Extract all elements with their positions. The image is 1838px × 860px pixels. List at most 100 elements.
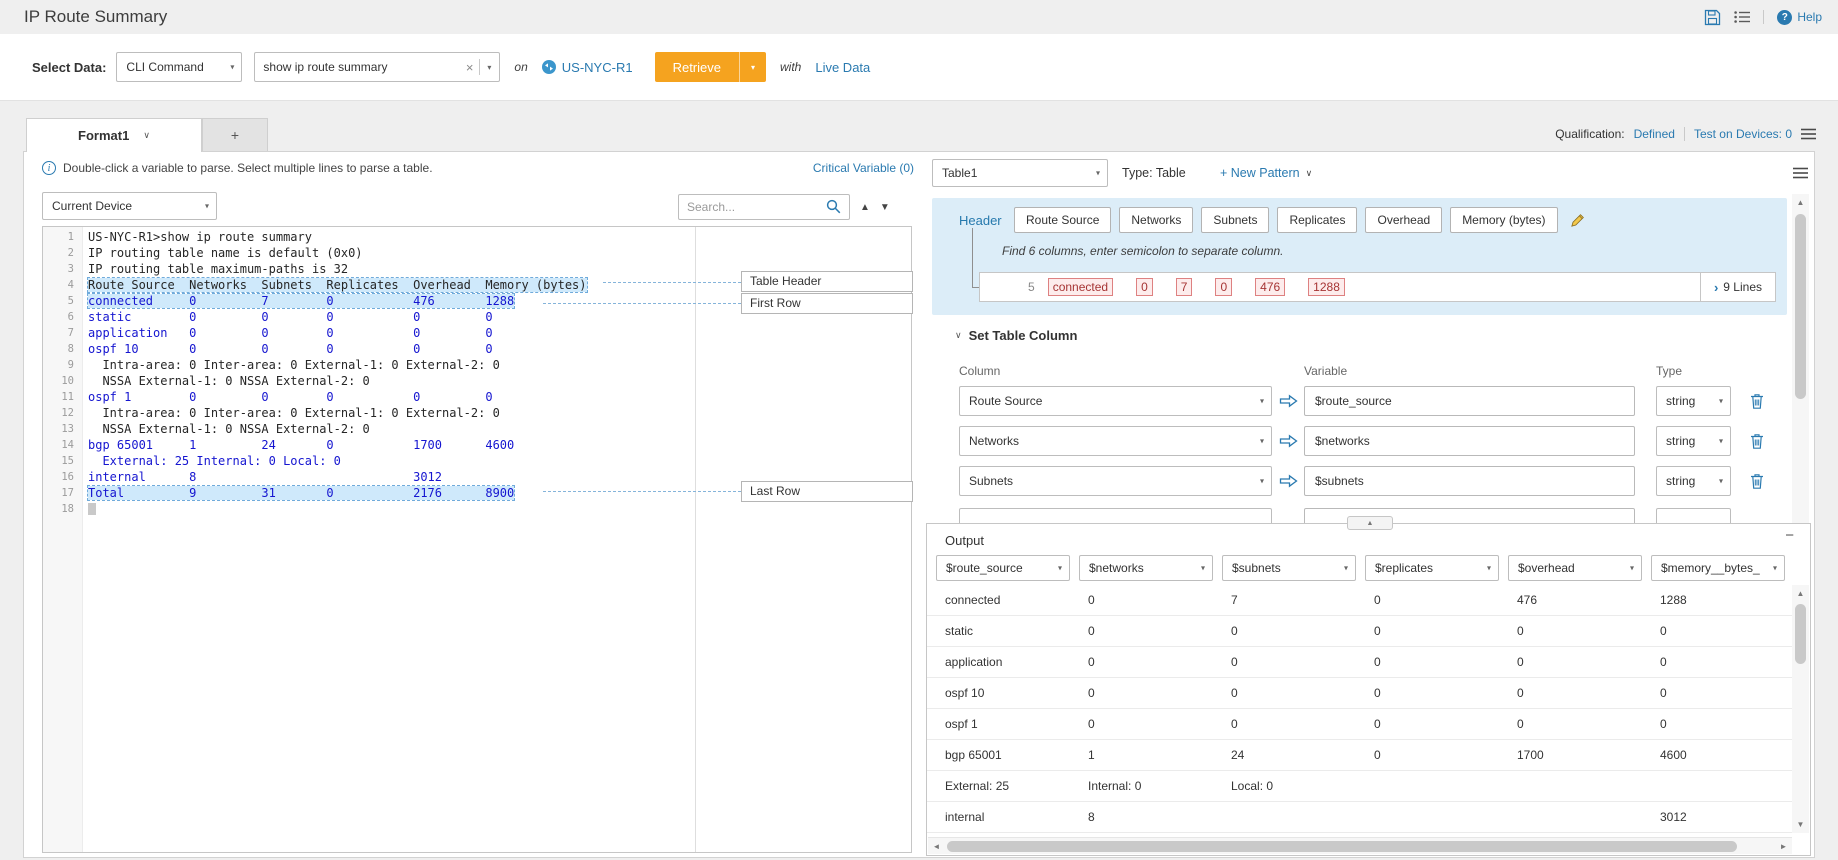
scroll-up-icon[interactable]: ▲ — [1792, 194, 1809, 211]
scroll-left-icon[interactable]: ◄ — [928, 838, 945, 855]
code-line[interactable]: 3IP routing table maximum-paths is 32 — [43, 261, 695, 277]
scroll-up-icon[interactable]: ▲ — [1792, 585, 1809, 602]
cli-output-editor[interactable]: 1US-NYC-R1>show ip route summary2IP rout… — [42, 226, 912, 853]
delete-column-icon[interactable] — [1750, 473, 1764, 489]
header-column-button[interactable]: Route Source — [1014, 207, 1111, 233]
pattern-menu-icon[interactable] — [1793, 167, 1808, 179]
command-combobox[interactable]: show ip route summary × ▾ — [254, 52, 500, 82]
set-table-column-toggle[interactable]: ∨ Set Table Column — [955, 328, 1077, 343]
edit-pencil-icon[interactable] — [1570, 213, 1585, 228]
data-source-select[interactable]: CLI Command ▾ — [116, 52, 242, 82]
variable-input[interactable]: $subnets — [1304, 466, 1635, 496]
search-next-icon[interactable]: ▼ — [880, 202, 890, 213]
sample-value[interactable]: 7 — [1176, 278, 1193, 296]
sample-value[interactable]: 0 — [1215, 278, 1232, 296]
hamburger-menu-icon[interactable] — [1801, 128, 1816, 140]
search-input[interactable] — [678, 194, 850, 220]
header-label[interactable]: Header — [959, 213, 1002, 228]
add-format-tab[interactable]: + — [202, 118, 268, 151]
column-select[interactable]: Subnets▾ — [959, 466, 1272, 496]
selected-line-highlight[interactable]: connected 0 7 0 476 1288 — [88, 294, 514, 308]
sample-value[interactable]: connected — [1048, 278, 1113, 296]
selected-line-highlight[interactable]: Route Source Networks Subnets Replicates… — [88, 278, 587, 292]
code-line[interactable]: 15 External: 25 Internal: 0 Local: 0 — [43, 453, 695, 469]
critical-variable-link[interactable]: Critical Variable (0) — [813, 161, 914, 175]
scroll-down-icon[interactable]: ▼ — [1792, 816, 1809, 833]
output-column-select[interactable]: $route_source▾ — [936, 555, 1070, 581]
test-on-devices-link[interactable]: Test on Devices: 0 — [1694, 127, 1792, 141]
type-select[interactable]: string▾ — [1656, 426, 1731, 456]
help-button[interactable]: ? Help — [1777, 10, 1822, 25]
code-line[interactable]: 6static 0 0 0 0 0 — [43, 309, 695, 325]
retrieve-button[interactable]: Retrieve — [655, 52, 739, 82]
pattern-scrollbar[interactable]: ▲ — [1792, 194, 1809, 523]
collapse-output-button[interactable]: ▲ — [1347, 516, 1393, 530]
retrieve-split-button[interactable]: Retrieve ▾ — [655, 52, 766, 82]
tab-format1[interactable]: Format1 ∨ — [26, 118, 202, 152]
device-scope-select[interactable]: Current Device ▾ — [42, 192, 217, 220]
sample-value[interactable]: 0 — [1136, 278, 1153, 296]
delete-column-icon[interactable] — [1750, 393, 1764, 409]
output-column-select[interactable]: $memory__bytes_▾ — [1651, 555, 1785, 581]
code-line[interactable]: 2IP routing table name is default (0x0) — [43, 245, 695, 261]
output-column-select[interactable]: $replicates▾ — [1365, 555, 1499, 581]
code-line[interactable]: 1US-NYC-R1>show ip route summary — [43, 229, 695, 245]
output-column-select[interactable]: $overhead▾ — [1508, 555, 1642, 581]
variable-input[interactable]: $networks — [1304, 426, 1635, 456]
code-line[interactable]: 4Route Source Networks Subnets Replicate… — [43, 277, 695, 293]
retrieve-dropdown-icon[interactable]: ▾ — [740, 52, 766, 82]
minimize-output-icon[interactable]: − — [1785, 527, 1794, 544]
first-row-annotation[interactable]: First Row — [741, 293, 913, 314]
last-row-annotation[interactable]: Last Row — [741, 481, 913, 502]
type-select[interactable]: string▾ — [1656, 466, 1731, 496]
chevron-down-icon[interactable]: ∨ — [143, 130, 150, 141]
code-line[interactable]: 7application 0 0 0 0 0 — [43, 325, 695, 341]
selected-line-highlight[interactable]: Total 9 31 0 2176 8900 — [88, 486, 514, 500]
save-icon[interactable] — [1704, 9, 1721, 26]
lines-expander[interactable]: › 9 Lines — [1700, 273, 1775, 301]
column-select[interactable]: Route Source▾ — [959, 386, 1272, 416]
code-line[interactable]: 11ospf 1 0 0 0 0 0 — [43, 389, 695, 405]
header-column-button[interactable]: Subnets — [1201, 207, 1269, 233]
scrollbar-thumb[interactable] — [947, 841, 1737, 852]
output-column-select[interactable]: $subnets▾ — [1222, 555, 1356, 581]
sample-value[interactable]: 1288 — [1308, 278, 1345, 296]
clear-command-icon[interactable]: × — [466, 60, 474, 75]
output-horizontal-scrollbar[interactable]: ◄ ► — [928, 837, 1792, 854]
delete-column-icon[interactable] — [1750, 433, 1764, 449]
code-line[interactable]: 5connected 0 7 0 476 1288 — [43, 293, 695, 309]
scrollbar-thumb[interactable] — [1795, 214, 1806, 399]
search-prev-icon[interactable]: ▲ — [860, 202, 870, 213]
header-column-button[interactable]: Networks — [1119, 207, 1193, 233]
new-pattern-link[interactable]: + New Pattern ∨ — [1220, 166, 1312, 180]
line-text: US-NYC-R1>show ip route summary — [83, 229, 312, 245]
table-select[interactable]: Table1 ▾ — [932, 159, 1108, 187]
qualification-link[interactable]: Defined — [1634, 127, 1675, 141]
sample-value[interactable]: 476 — [1255, 278, 1285, 296]
code-line[interactable]: 14bgp 65001 1 24 0 1700 4600 — [43, 437, 695, 453]
scroll-right-icon[interactable]: ► — [1775, 838, 1792, 855]
scrollbar-thumb[interactable] — [1795, 604, 1806, 664]
output-vertical-scrollbar[interactable]: ▲ ▼ — [1792, 585, 1809, 833]
code-line[interactable]: 12 Intra-area: 0 Inter-area: 0 External-… — [43, 405, 695, 421]
output-column-select[interactable]: $networks▾ — [1079, 555, 1213, 581]
header-column-button[interactable]: Overhead — [1365, 207, 1442, 233]
table-header-annotation[interactable]: Table Header — [741, 271, 913, 292]
header-column-button[interactable]: Replicates — [1277, 207, 1357, 233]
variable-input[interactable]: $route_source — [1304, 386, 1635, 416]
device-link[interactable]: US-NYC-R1 — [542, 60, 633, 75]
code-line[interactable]: 9 Intra-area: 0 Inter-area: 0 External-1… — [43, 357, 695, 373]
code-line[interactable]: 8ospf 10 0 0 0 0 0 — [43, 341, 695, 357]
code-line[interactable]: 18 — [43, 501, 695, 517]
type-select[interactable]: string▾ — [1656, 386, 1731, 416]
code-line[interactable]: 16internal 8 3012 — [43, 469, 695, 485]
chevron-down-icon[interactable]: ▾ — [487, 63, 491, 72]
live-data-link[interactable]: Live Data — [815, 60, 870, 75]
column-select[interactable]: Networks▾ — [959, 426, 1272, 456]
search-icon[interactable] — [826, 199, 841, 217]
code-line[interactable]: 10 NSSA External-1: 0 NSSA External-2: 0 — [43, 373, 695, 389]
header-column-button[interactable]: Memory (bytes) — [1450, 207, 1557, 233]
log-list-icon[interactable] — [1734, 10, 1750, 24]
code-line[interactable]: 17Total 9 31 0 2176 8900 — [43, 485, 695, 501]
code-line[interactable]: 13 NSSA External-1: 0 NSSA External-2: 0 — [43, 421, 695, 437]
